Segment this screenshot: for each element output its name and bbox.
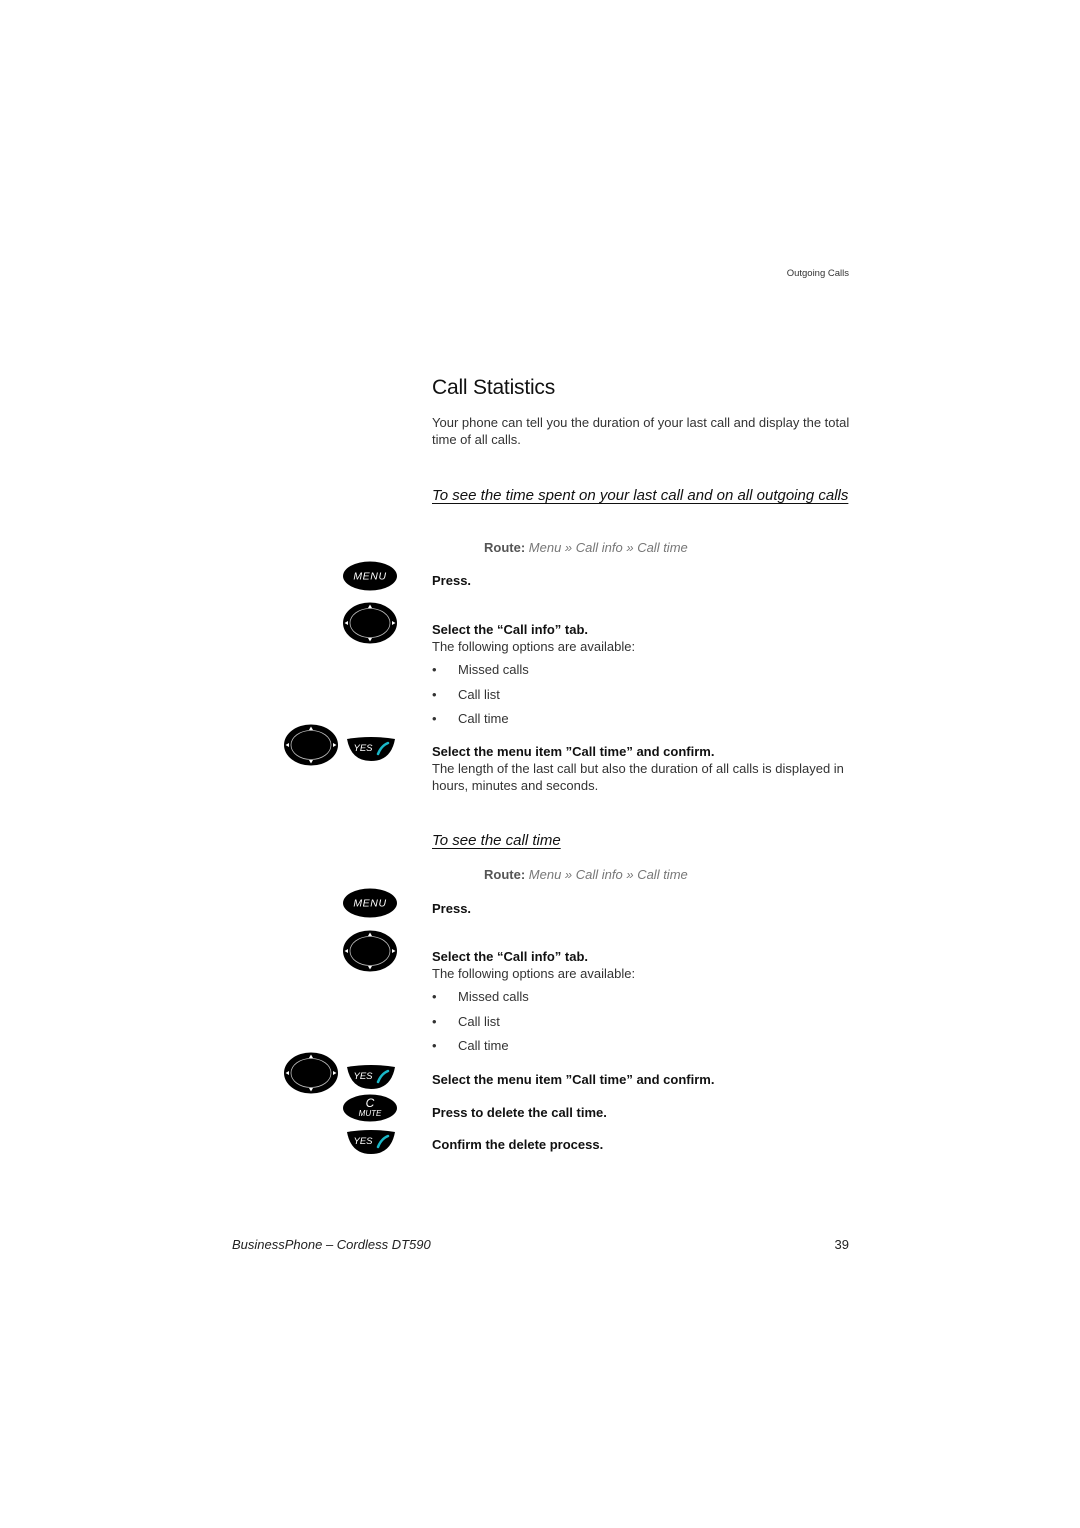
step-description: The following options are available:	[432, 639, 636, 654]
step-instruction: Select the menu item ”Call time” and con…	[432, 744, 715, 759]
intro-paragraph: Your phone can tell you the duration of …	[432, 415, 850, 447]
step-select-tab: Select the “Call info” tab. The followin…	[432, 948, 852, 982]
step-instruction: Press.	[432, 573, 472, 588]
list-item: • Call time	[432, 711, 509, 726]
svg-text:YES: YES	[353, 1071, 373, 1082]
svg-text:MUTE: MUTE	[359, 1109, 382, 1118]
step-description: The following options are available:	[432, 966, 636, 981]
menu-key-label: MENU	[353, 571, 386, 583]
step-description: The length of the last call but also the…	[432, 761, 844, 793]
step-instruction: Confirm the delete process.	[432, 1137, 604, 1152]
step-instruction: Select the menu item ”Call time” and con…	[432, 1072, 715, 1087]
step-instruction: Press.	[432, 901, 472, 916]
step-instruction: Select the “Call info” tab.	[432, 622, 589, 637]
route-path: Menu » Call info » Call time	[528, 867, 688, 882]
section-header: Outgoing Calls	[786, 268, 849, 279]
navigation-key-icon[interactable]	[342, 602, 398, 644]
yes-key-icon[interactable]: YES	[345, 1064, 397, 1090]
list-item: • Missed calls	[432, 662, 529, 677]
list-item: • Call list	[432, 686, 500, 702]
step-press-menu: Press.	[432, 900, 852, 917]
menu-key-icon[interactable]: MENU	[343, 561, 397, 591]
list-item: • Missed calls	[432, 989, 529, 1004]
options-list: • Missed calls • Call list • Call time	[432, 662, 529, 736]
route-label: Route:	[484, 867, 526, 882]
step-confirm-delete: Confirm the delete process.	[432, 1136, 852, 1153]
menu-key-icon[interactable]: MENU	[343, 888, 397, 918]
step-select-call-time: Select the menu item ”Call time” and con…	[432, 743, 852, 794]
svg-text:YES: YES	[353, 1136, 373, 1147]
step-delete-call-time: Press to delete the call time.	[432, 1104, 852, 1121]
navigation-key-icon[interactable]	[283, 724, 339, 766]
step-instruction: Press to delete the call time.	[432, 1105, 607, 1120]
footer-product-name: BusinessPhone – Cordless DT590	[232, 1237, 431, 1252]
step-press-menu: Press.	[432, 572, 852, 589]
menu-key-label: MENU	[353, 898, 386, 910]
step-instruction: Select the “Call info” tab.	[432, 949, 589, 964]
page-title: Call Statistics	[432, 376, 556, 399]
yes-key-icon[interactable]: YES	[345, 736, 397, 762]
navigation-key-icon[interactable]	[342, 930, 398, 972]
route-line: Route: Menu » Call info » Call time	[484, 540, 688, 555]
route-path: Menu » Call info » Call time	[528, 540, 688, 555]
step-select-tab: Select the “Call info” tab. The followin…	[432, 621, 852, 655]
c-mute-key-icon[interactable]: C MUTE	[343, 1094, 397, 1122]
subheading-last-call: To see the time spent on your last call …	[432, 487, 849, 504]
subheading-call-time: To see the call time	[432, 832, 561, 849]
page-number: 39	[834, 1237, 849, 1252]
navigation-key-icon[interactable]	[283, 1052, 339, 1094]
svg-text:C: C	[366, 1096, 375, 1110]
list-item: • Call time	[432, 1038, 509, 1053]
step-select-call-time: Select the menu item ”Call time” and con…	[432, 1071, 852, 1088]
yes-key-icon[interactable]: YES	[345, 1129, 397, 1155]
route-label: Route:	[484, 540, 526, 555]
svg-text:YES: YES	[353, 743, 373, 754]
list-item: • Call list	[432, 1013, 500, 1029]
route-line: Route: Menu » Call info » Call time	[484, 867, 688, 882]
options-list: • Missed calls • Call list • Call time	[432, 989, 529, 1063]
